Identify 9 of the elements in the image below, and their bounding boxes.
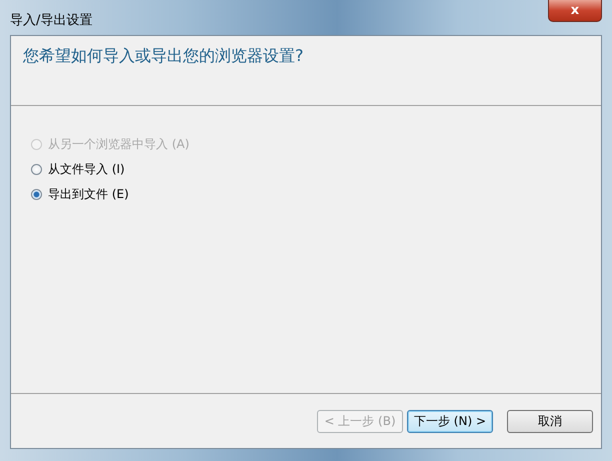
- window-title: 导入/导出设置: [10, 12, 92, 28]
- radio-option[interactable]: 导出到文件 (E): [31, 186, 581, 203]
- dialog-button[interactable]: 下一步 (N) >: [407, 410, 493, 432]
- radio-option[interactable]: 从文件导入 (I): [31, 161, 581, 178]
- dialog-button[interactable]: 取消: [507, 410, 593, 432]
- radio-button[interactable]: [31, 189, 42, 200]
- close-button[interactable]: x: [548, 0, 602, 22]
- radio-button[interactable]: [31, 164, 42, 175]
- header-question: 您希望如何导入或导出您的浏览器设置?: [23, 46, 304, 65]
